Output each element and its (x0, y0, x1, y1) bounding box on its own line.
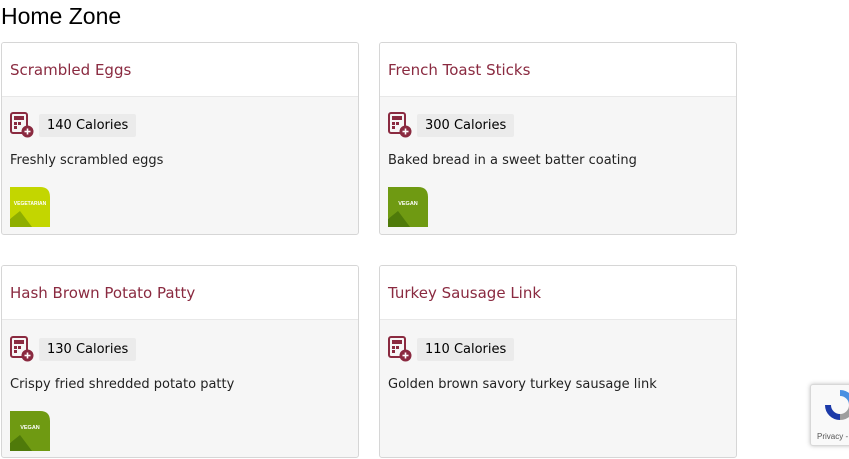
vegan-icon[interactable]: VEGAN (388, 187, 428, 227)
svg-text:VEGETARIAN: VEGETARIAN (14, 201, 47, 207)
item-description: Baked bread in a sweet batter coating (388, 153, 637, 168)
card-header: Scrambled Eggs (2, 43, 358, 97)
item-description: Freshly scrambled eggs (10, 153, 164, 168)
menu-item-card: Turkey Sausage Link 110 Calories Golden … (379, 265, 737, 458)
calories-badge: 140 Calories (39, 113, 137, 137)
card-header: Hash Brown Potato Patty (2, 266, 358, 320)
item-name-link[interactable]: Scrambled Eggs (10, 61, 131, 79)
item-name-link[interactable]: Hash Brown Potato Patty (10, 284, 195, 302)
recaptcha-badge[interactable]: Privacy - (810, 384, 849, 446)
nutrition-calculator-icon[interactable] (388, 112, 412, 138)
nutrition-row: 140 Calories (10, 112, 137, 138)
calories-badge: 110 Calories (417, 337, 515, 361)
item-description: Crispy fried shredded potato patty (10, 377, 235, 392)
vegan-icon[interactable]: VEGAN (10, 411, 50, 451)
nutrition-calculator-icon[interactable] (10, 112, 34, 138)
nutrition-row: 110 Calories (388, 336, 515, 362)
recaptcha-logo-icon (825, 390, 849, 420)
nutrition-calculator-icon[interactable] (388, 336, 412, 362)
calories-badge: 130 Calories (39, 337, 137, 361)
vegetarian-icon[interactable]: VEGETARIAN (10, 187, 50, 227)
menu-item-card: French Toast Sticks 300 Calories Baked b… (379, 42, 737, 235)
svg-text:VEGAN: VEGAN (20, 425, 40, 431)
item-description: Golden brown savory turkey sausage link (388, 377, 657, 392)
zone-title: Home Zone (1, 3, 122, 29)
calories-badge: 300 Calories (417, 113, 515, 137)
card-header: Turkey Sausage Link (380, 266, 736, 320)
card-header: French Toast Sticks (380, 43, 736, 97)
nutrition-row: 300 Calories (388, 112, 515, 138)
svg-text:VEGAN: VEGAN (398, 201, 418, 207)
menu-item-card: Hash Brown Potato Patty 130 Calories Cri… (1, 265, 359, 458)
nutrition-row: 130 Calories (10, 336, 137, 362)
menu-item-card: Scrambled Eggs 140 Calories Freshly scra… (1, 42, 359, 235)
nutrition-calculator-icon[interactable] (10, 336, 34, 362)
item-name-link[interactable]: French Toast Sticks (388, 61, 530, 79)
item-name-link[interactable]: Turkey Sausage Link (388, 284, 541, 302)
recaptcha-privacy-link[interactable]: Privacy - (817, 432, 848, 441)
